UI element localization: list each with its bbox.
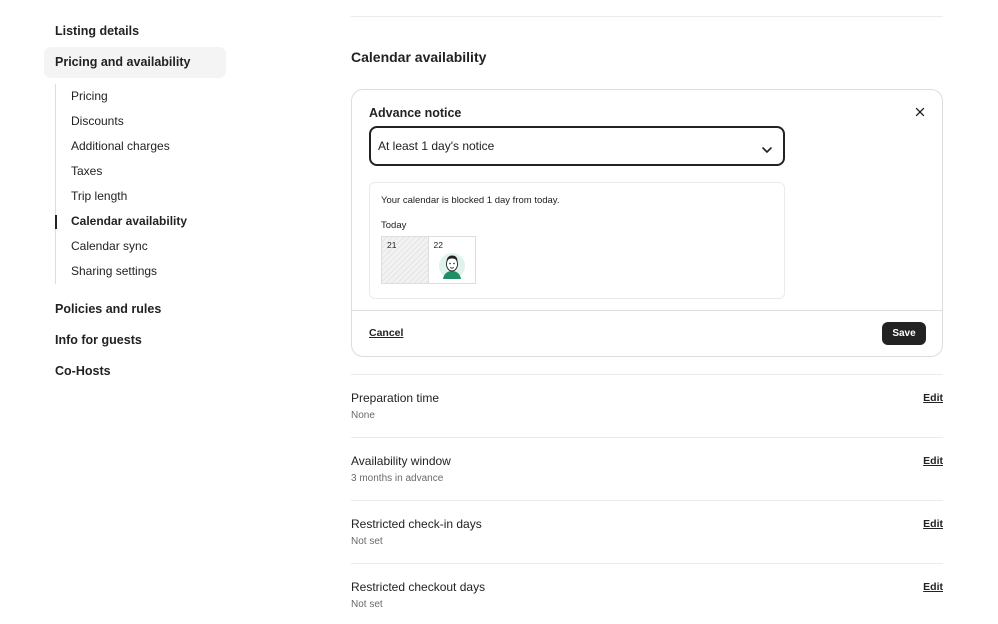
row-title: Restricted check-in days (351, 517, 482, 531)
close-icon[interactable] (912, 104, 928, 120)
nav-policies-and-rules[interactable]: Policies and rules (44, 294, 226, 325)
day-number: 21 (387, 240, 397, 250)
subnav-calendar-availability[interactable]: Calendar availability (55, 209, 226, 234)
advance-notice-select[interactable]: At least 1 day's notice (369, 126, 785, 166)
row-value: None (351, 410, 375, 421)
row-value: Not set (351, 536, 383, 547)
calendar-day-blocked: 21 (382, 237, 429, 283)
avatar-illustration (438, 252, 466, 280)
nav-co-hosts[interactable]: Co-Hosts (44, 356, 226, 387)
advance-notice-card: Advance notice At least 1 day's notice Y… (351, 89, 943, 357)
calendar-preview: Your calendar is blocked 1 day from toda… (369, 182, 785, 299)
cancel-button[interactable]: Cancel (369, 327, 403, 339)
setting-row-restricted-check-in: Restricted check-in days Not set Edit (351, 500, 943, 563)
edit-preparation-time-button[interactable]: Edit (923, 392, 943, 404)
edit-availability-window-button[interactable]: Edit (923, 455, 943, 467)
row-title: Restricted checkout days (351, 580, 486, 594)
edit-restricted-check-in-button[interactable]: Edit (923, 518, 943, 530)
row-value: Not set (351, 599, 383, 610)
chevron-down-icon (761, 142, 773, 153)
subnav-taxes[interactable]: Taxes (56, 159, 226, 184)
nav-listing-details[interactable]: Listing details (44, 16, 226, 47)
subnav-additional-charges[interactable]: Additional charges (56, 134, 226, 159)
save-button[interactable]: Save (882, 322, 926, 345)
subnav-discounts[interactable]: Discounts (56, 109, 226, 134)
setting-row-availability-window: Availability window 3 months in advance … (351, 437, 943, 500)
row-title: Availability window (351, 454, 451, 468)
divider (352, 310, 942, 311)
row-value: 3 months in advance (351, 473, 444, 484)
setting-row-preparation-time: Preparation time None Edit (351, 374, 943, 437)
setting-row-restricted-checkout: Restricted checkout days Not set Edit (351, 563, 943, 624)
settings-sidebar: Listing details Pricing and availability… (44, 16, 226, 387)
row-title: Preparation time (351, 391, 440, 405)
today-label: Today (381, 220, 407, 231)
section-title: Calendar availability (351, 49, 487, 65)
subnav-calendar-sync[interactable]: Calendar sync (56, 234, 226, 259)
edit-restricted-checkout-button[interactable]: Edit (923, 581, 943, 593)
nav-info-for-guests[interactable]: Info for guests (44, 325, 226, 356)
subnav-trip-length[interactable]: Trip length (56, 184, 226, 209)
advance-notice-title: Advance notice (369, 106, 462, 120)
nav-pricing-and-availability[interactable]: Pricing and availability (44, 47, 226, 78)
day-number: 22 (433, 240, 443, 250)
subnav-pricing[interactable]: Pricing (56, 84, 226, 109)
divider (351, 16, 943, 17)
calendar-day-available: 22 (429, 237, 476, 283)
pricing-subnav: Pricing Discounts Additional charges Tax… (55, 84, 226, 284)
subnav-sharing-settings[interactable]: Sharing settings (56, 259, 226, 284)
blocked-info-text: Your calendar is blocked 1 day from toda… (381, 195, 560, 206)
mini-calendar: 21 22 (381, 236, 476, 284)
advance-notice-select-value: At least 1 day's notice (378, 139, 495, 153)
